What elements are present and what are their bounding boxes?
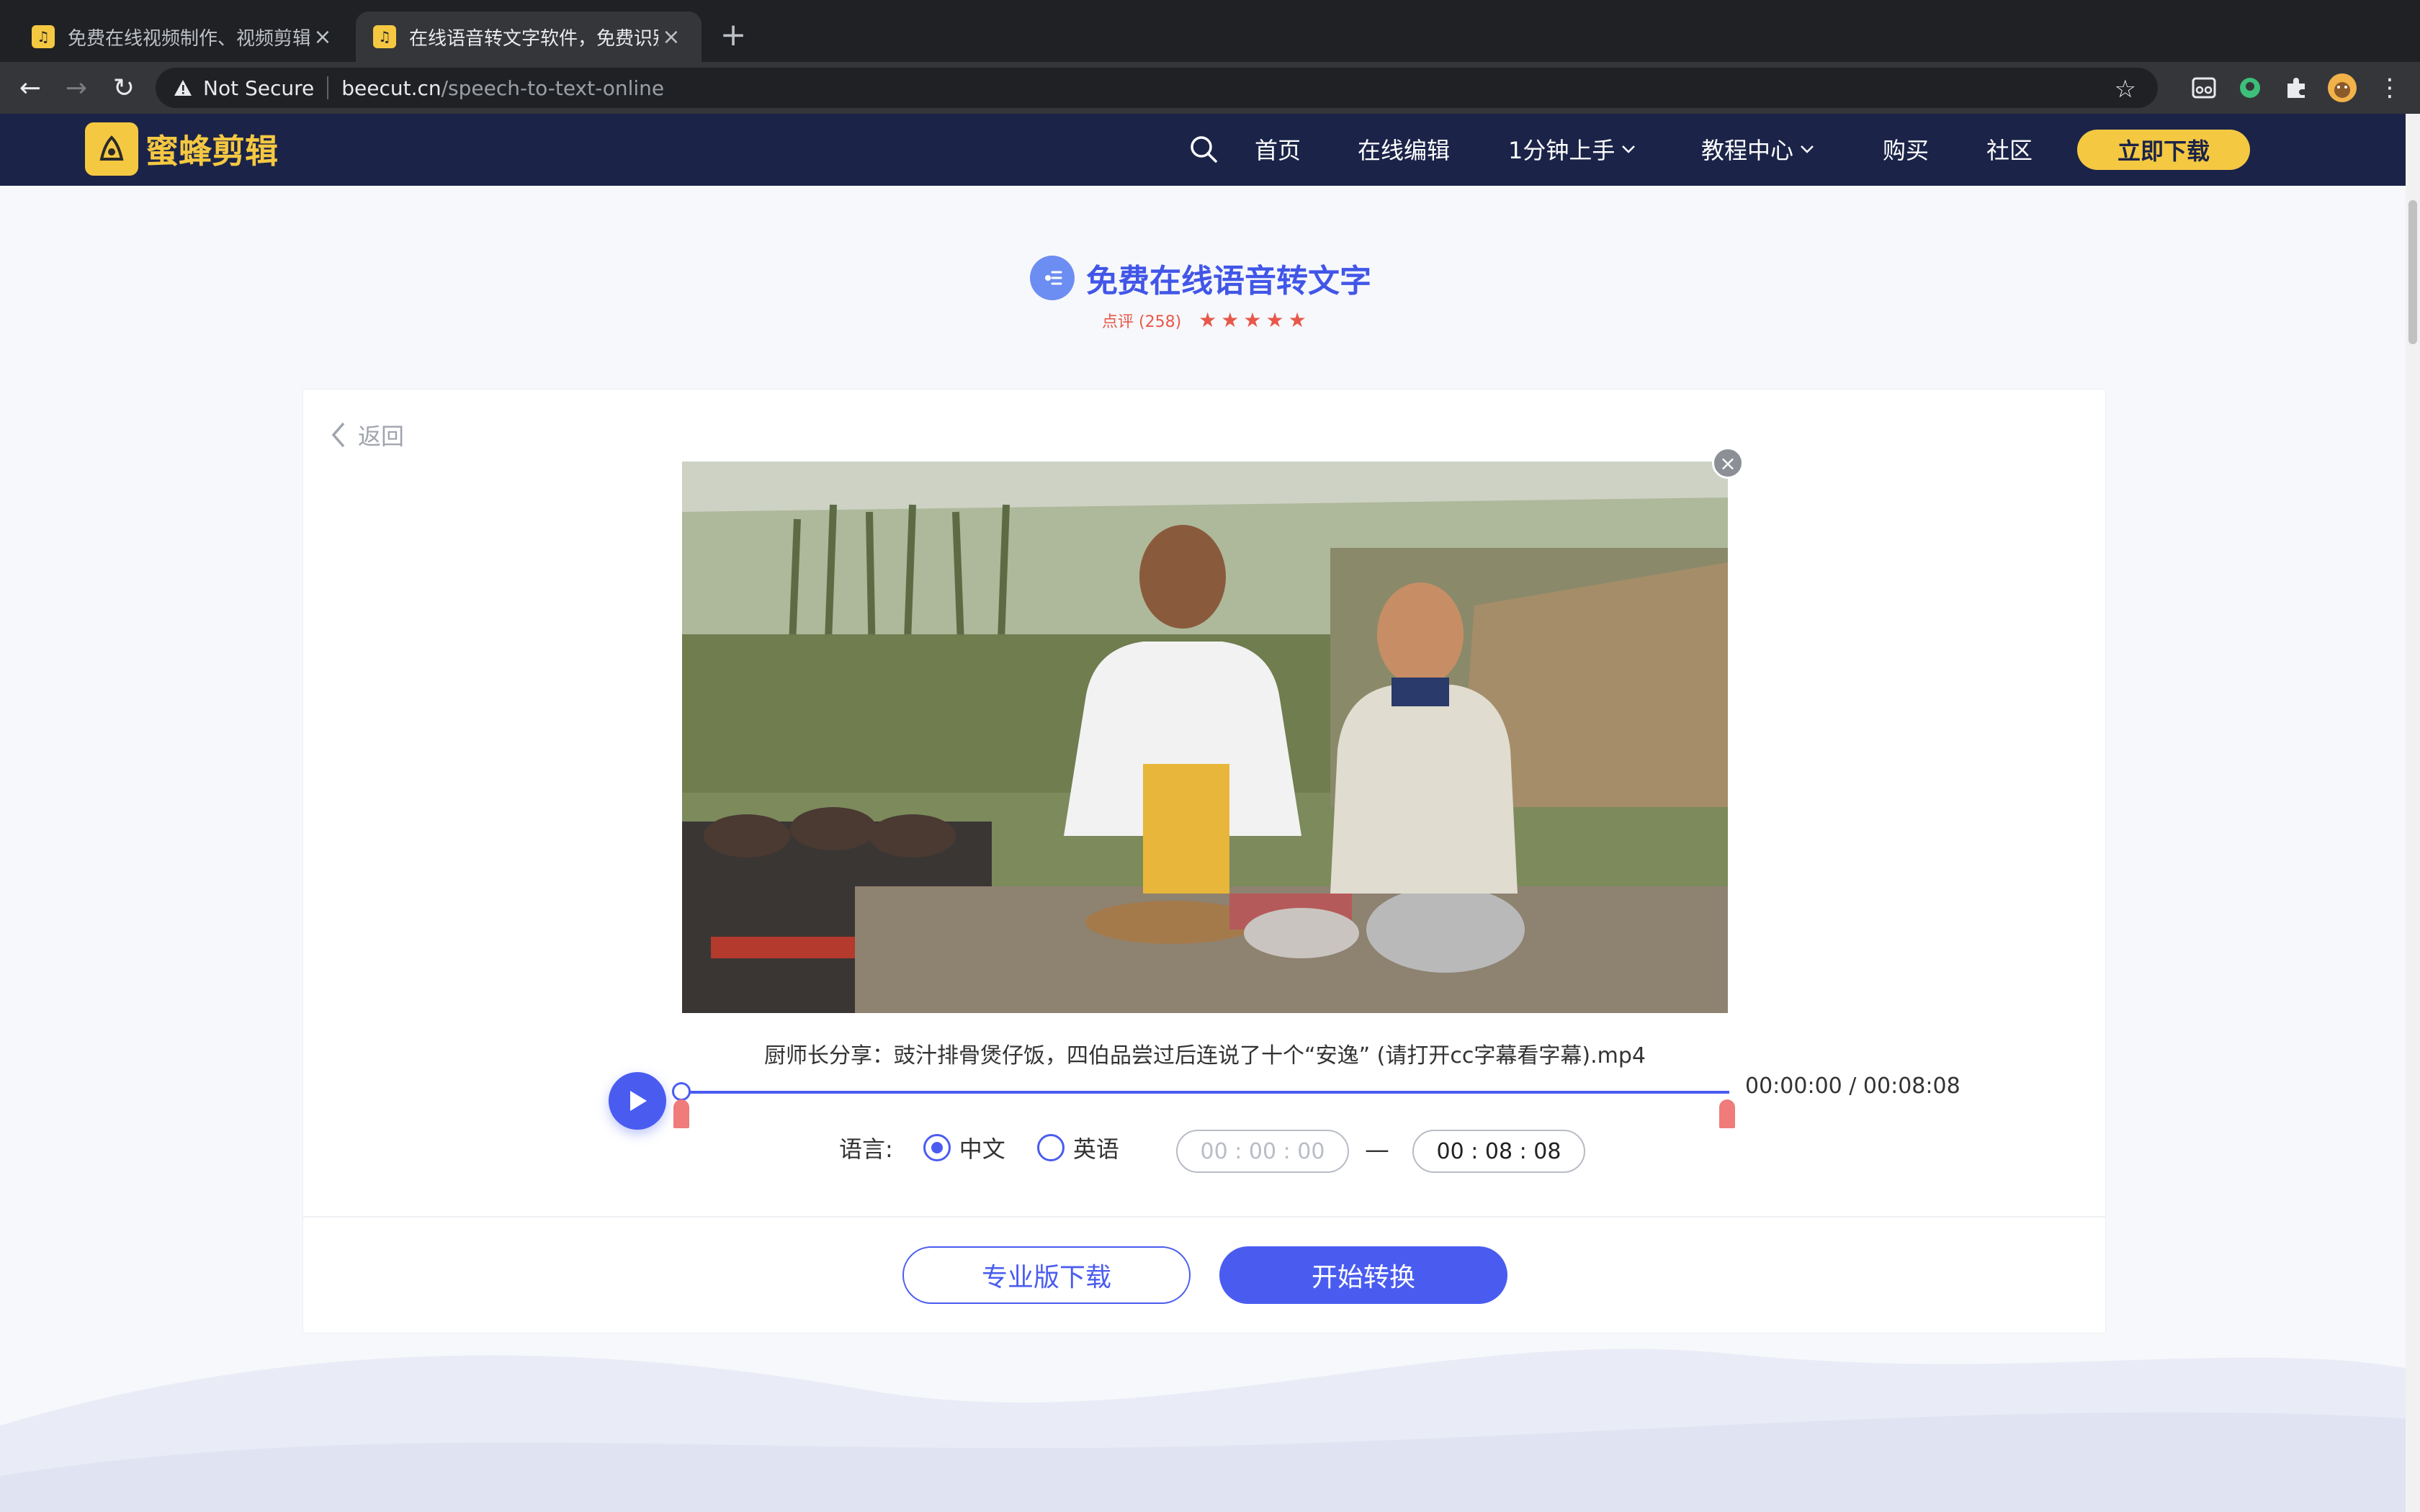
card-divider — [303, 1216, 2105, 1218]
tab-video-editor[interactable]: ♫ 免费在线视频制作、视频剪辑、视 × — [14, 12, 353, 62]
url-text[interactable]: beecut.cn/speech-to-text-online — [341, 76, 664, 100]
extension-leaf-icon[interactable] — [2234, 72, 2266, 104]
language-selector: 语言: 中文 英语 — [839, 1131, 1119, 1164]
nav-label: 购买 — [1883, 137, 1930, 164]
site-header: 蜜蜂剪辑 首页 在线编辑 1分钟上手 教程中心 购买 社区 立即下载 — [0, 114, 2406, 186]
review-count[interactable]: 点评 (258) — [1102, 309, 1181, 332]
extensions-puzzle-icon[interactable] — [2280, 72, 2312, 104]
tab-close-icon[interactable]: × — [658, 24, 684, 50]
browser-menu-icon[interactable]: ⋮ — [2371, 69, 2408, 107]
end-time-input[interactable]: 00 : 08 : 08 — [1412, 1130, 1585, 1173]
radio-unchecked[interactable] — [1036, 1134, 1065, 1161]
address-bar[interactable]: Not Secure beecut.cn/speech-to-text-onli… — [156, 68, 2158, 108]
url-path: /speech-to-text-online — [441, 76, 665, 100]
start-time-input[interactable]: 00 : 00 : 00 — [1176, 1130, 1349, 1173]
nav-home[interactable]: 首页 — [1255, 132, 1301, 166]
star-icon: ★ — [1198, 308, 1217, 332]
video-frame-image — [682, 462, 1728, 1013]
star-icon: ★ — [1221, 308, 1240, 332]
browser-toolbar: ← → ↻ Not Secure beecut.cn/speech-to-tex… — [0, 62, 2420, 114]
range-separator: — — [1365, 1135, 1389, 1164]
language-option-label: 中文 — [959, 1135, 1005, 1163]
logo-text: 蜜蜂剪辑 — [145, 132, 278, 171]
background-wave — [0, 1349, 2406, 1512]
bookmark-star-icon[interactable]: ☆ — [2115, 75, 2136, 104]
converter-card: 返回 × 厨师长分享：豉汁排骨煲仔饭，四伯品尝过后连说了十个“安逸” (请打开c… — [302, 389, 2106, 1333]
timeline-track[interactable] — [681, 1091, 1729, 1094]
nav-quick-start[interactable]: 1分钟上手 — [1508, 132, 1636, 166]
profile-avatar-icon[interactable] — [2326, 72, 2358, 104]
nav-online-edit[interactable]: 在线编辑 — [1358, 132, 1450, 166]
language-option-label: 英语 — [1072, 1135, 1119, 1163]
radio-checked[interactable] — [923, 1134, 951, 1161]
back-arrow-icon[interactable]: ← — [12, 69, 49, 107]
pro-download-button[interactable]: 专业版下载 — [902, 1246, 1191, 1304]
page-title: 免费在线语音转文字 — [1086, 263, 1371, 300]
language-option-chinese[interactable]: 中文 — [923, 1131, 1005, 1164]
scrollbar-thumb[interactable] — [2408, 200, 2417, 344]
play-icon — [630, 1091, 647, 1111]
nav-label: 社区 — [1986, 137, 2033, 164]
nav-buy[interactable]: 购买 — [1883, 132, 1929, 166]
beecut-favicon-icon: ♫ — [373, 25, 396, 48]
playhead-handle[interactable] — [672, 1082, 691, 1101]
page-scrollbar[interactable] — [2406, 114, 2420, 1512]
tab-title: 免费在线视频制作、视频剪辑、视 — [68, 27, 310, 50]
tab-close-icon[interactable]: × — [310, 24, 336, 50]
language-option-english[interactable]: 英语 — [1036, 1131, 1119, 1164]
url-host: beecut.cn — [341, 76, 442, 100]
tab-title: 在线语音转文字软件，免费识别语 — [409, 27, 658, 50]
rating-stars[interactable]: ★ ★ ★ ★ ★ — [1194, 308, 1307, 332]
chevron-down-icon — [1801, 145, 1814, 153]
page-title-row: 免费在线语音转文字 — [1030, 255, 1371, 301]
omnibox-divider — [327, 76, 329, 99]
search-icon[interactable] — [1188, 134, 1219, 164]
beecut-favicon-icon: ♫ — [32, 25, 55, 48]
nav-label: 在线编辑 — [1358, 137, 1451, 164]
play-button[interactable] — [609, 1072, 666, 1130]
language-label: 语言: — [839, 1135, 893, 1163]
new-tab-button[interactable]: + — [714, 16, 752, 53]
star-icon: ★ — [1265, 308, 1284, 332]
download-now-button[interactable]: 立即下载 — [2077, 130, 2250, 170]
star-icon: ★ — [1243, 308, 1262, 332]
site-logo[interactable]: 蜜蜂剪辑 — [85, 122, 278, 176]
reload-icon[interactable]: ↻ — [105, 69, 143, 107]
close-video-icon[interactable]: × — [1712, 447, 1744, 479]
star-icon: ★ — [1288, 308, 1307, 332]
nav-label: 1分钟上手 — [1508, 137, 1615, 164]
video-preview[interactable] — [682, 462, 1728, 1013]
rating-row: 点评 (258) ★ ★ ★ ★ ★ — [1102, 308, 1307, 332]
reader-mode-icon[interactable] — [2188, 72, 2220, 104]
trim-start-handle[interactable] — [673, 1099, 689, 1128]
back-label: 返回 — [358, 423, 405, 450]
nav-community[interactable]: 社区 — [1986, 132, 2033, 166]
browser-tab-bar: ♫ 免费在线视频制作、视频剪辑、视 × ♫ 在线语音转文字软件，免费识别语 × … — [0, 0, 2420, 62]
speech-to-text-icon — [1030, 256, 1075, 300]
time-display: 00:00:00 / 00:08:08 — [1745, 1074, 1960, 1099]
security-status[interactable]: Not Secure — [203, 76, 314, 100]
chevron-down-icon — [1622, 145, 1636, 153]
video-filename: 厨师长分享：豉汁排骨煲仔饭，四伯品尝过后连说了十个“安逸” (请打开cc字幕看字… — [764, 1043, 1646, 1068]
tab-speech-to-text[interactable]: ♫ 在线语音转文字软件，免费识别语 × — [356, 12, 702, 62]
nav-label: 教程中心 — [1701, 137, 1794, 164]
nav-label: 首页 — [1255, 137, 1301, 164]
trim-end-handle[interactable] — [1719, 1099, 1735, 1128]
chevron-left-icon — [331, 422, 345, 448]
warning-icon — [173, 78, 193, 98]
nav-tutorials[interactable]: 教程中心 — [1701, 132, 1815, 166]
bee-logo-icon — [85, 122, 138, 176]
back-link[interactable]: 返回 — [329, 418, 404, 451]
forward-arrow-icon[interactable]: → — [58, 69, 95, 107]
start-convert-button[interactable]: 开始转换 — [1219, 1246, 1507, 1304]
